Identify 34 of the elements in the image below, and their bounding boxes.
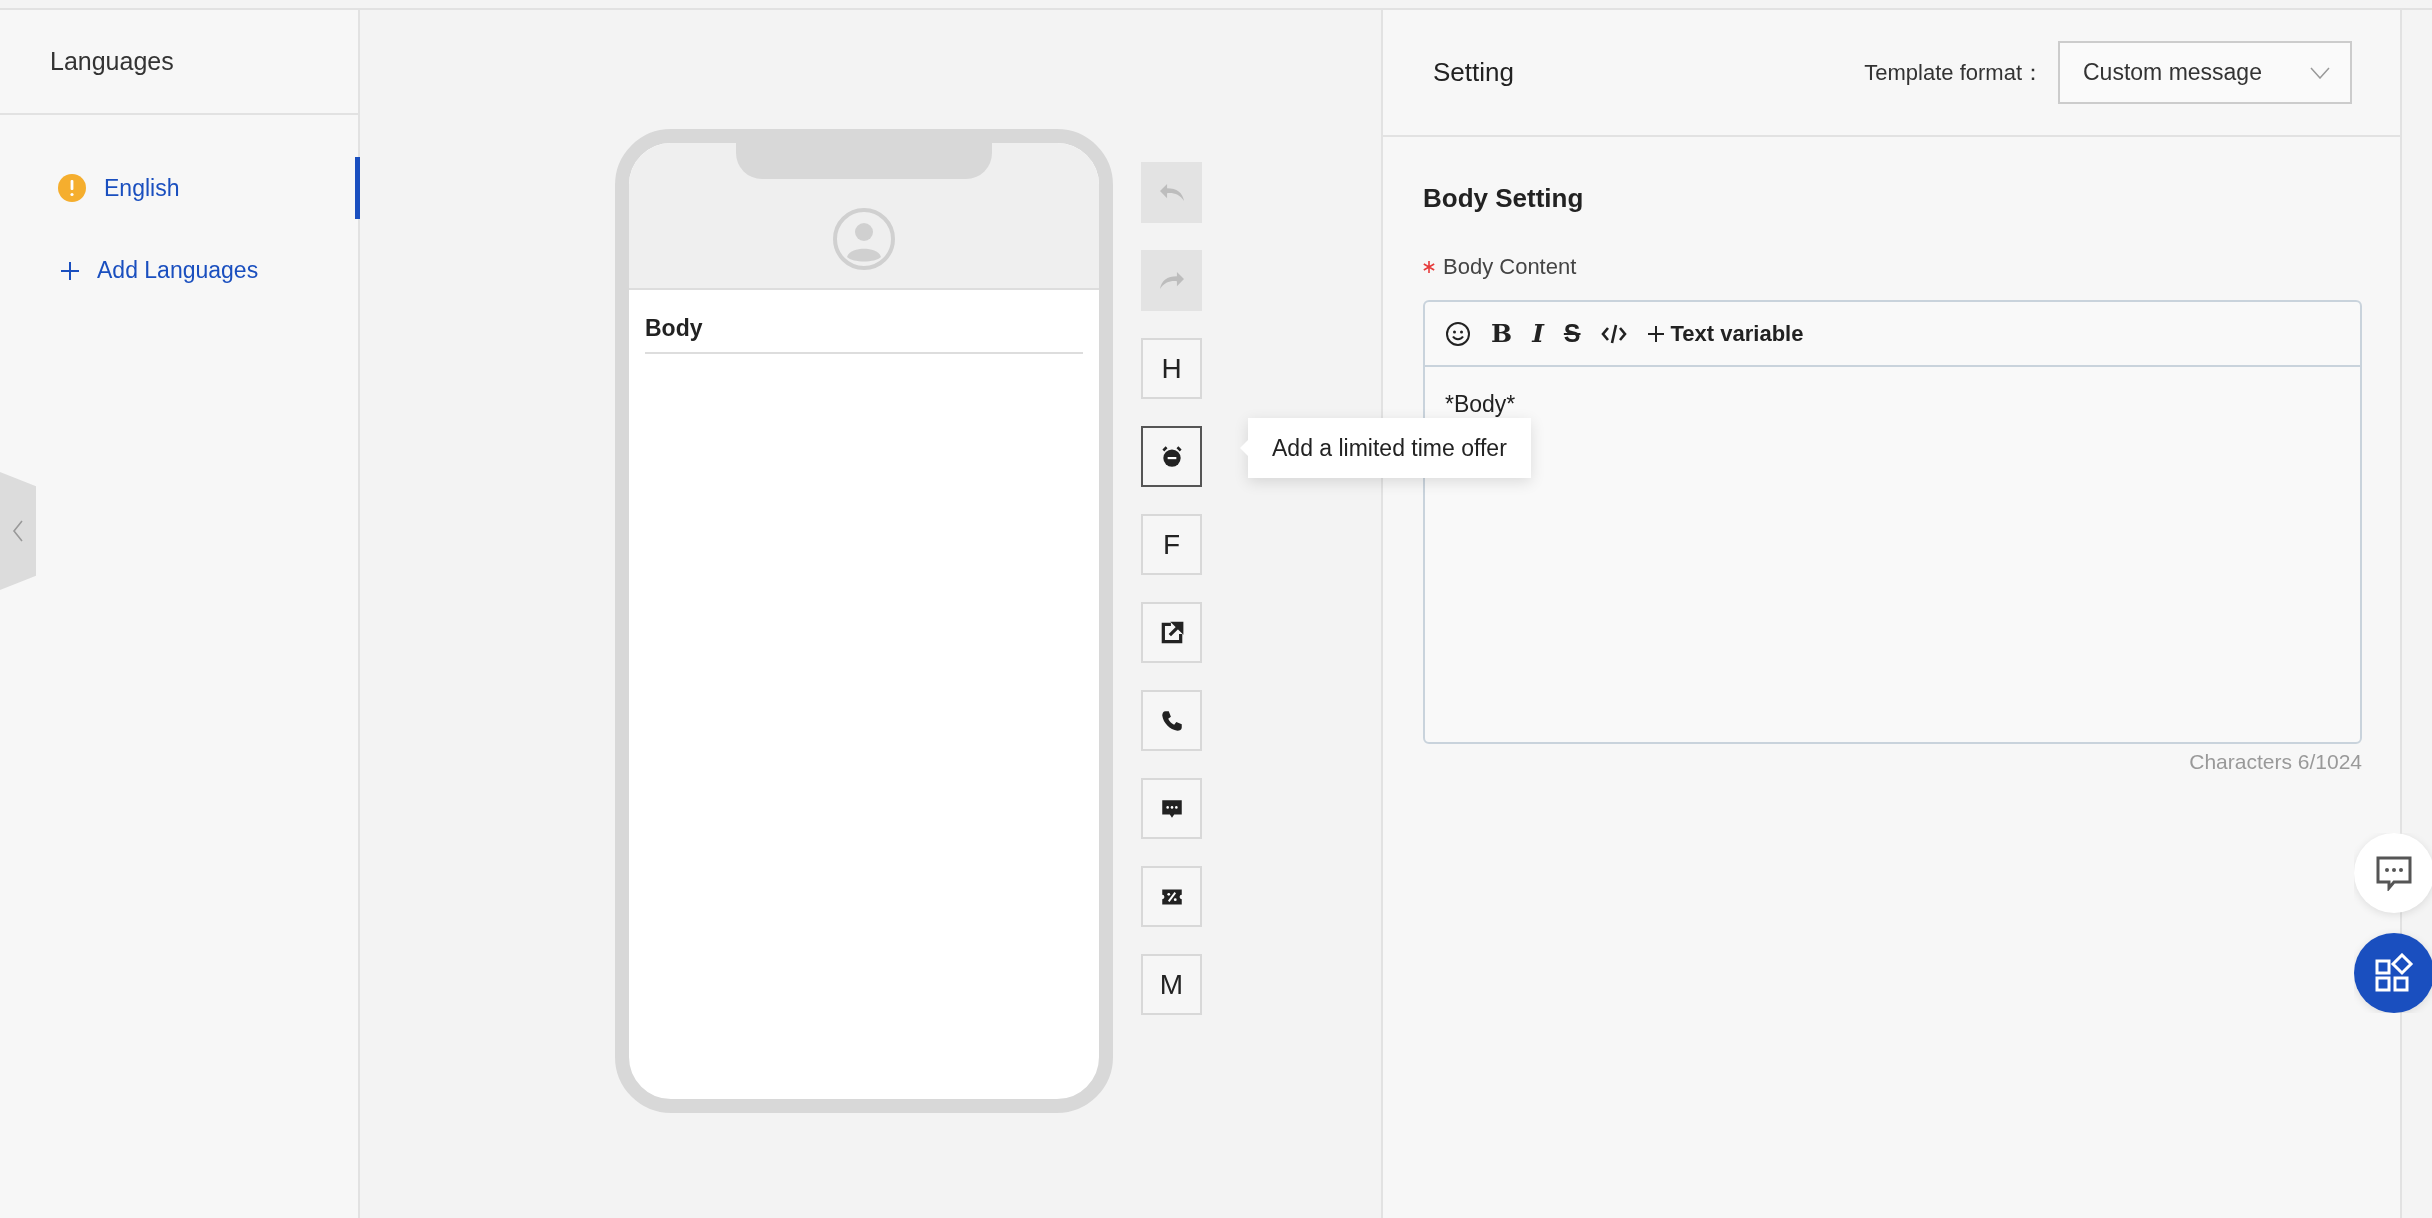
phone-button[interactable] bbox=[1141, 690, 1202, 751]
apps-icon bbox=[2374, 953, 2414, 993]
undo-icon bbox=[1159, 184, 1184, 201]
link-button[interactable] bbox=[1141, 602, 1202, 663]
plus-icon bbox=[1646, 324, 1665, 343]
character-counter: Characters 6/1024 bbox=[2188, 750, 2362, 774]
template-format-select[interactable]: Custom message bbox=[2058, 41, 2352, 104]
chevron-down-icon bbox=[2310, 66, 2330, 79]
insert-button[interactable]: H bbox=[1141, 338, 1202, 399]
panel-title: Languages bbox=[50, 47, 174, 76]
sale-button[interactable] bbox=[1141, 426, 1202, 487]
coupon-button[interactable] bbox=[1141, 866, 1202, 927]
insert-button[interactable]: F bbox=[1141, 514, 1202, 575]
panel-title: Setting bbox=[1433, 57, 1515, 88]
avatar-icon bbox=[833, 208, 895, 270]
strike-button[interactable]: S bbox=[1563, 321, 1581, 346]
redo-icon bbox=[1159, 272, 1184, 289]
field-label: Body Content bbox=[1443, 254, 1577, 280]
editor-text: *Body* bbox=[1444, 390, 1517, 418]
smiley-icon bbox=[1445, 320, 1471, 347]
bold-button[interactable]: B bbox=[1491, 321, 1513, 346]
text-variable-button[interactable]: Text variable bbox=[1646, 320, 1804, 347]
add-languages-link[interactable]: Add Languages bbox=[60, 257, 259, 284]
italic-button[interactable]: I bbox=[1532, 321, 1544, 346]
section-title: Body Setting bbox=[1423, 183, 1585, 214]
chat-button[interactable] bbox=[1141, 778, 1202, 839]
insert-button[interactable]: M bbox=[1141, 954, 1202, 1015]
tooltip: Add a limited time offer bbox=[1248, 418, 1531, 478]
chat-bubble-icon bbox=[2375, 855, 2413, 891]
section-label: Body bbox=[645, 315, 1083, 354]
plus-icon bbox=[60, 260, 80, 281]
field-label: Template format： bbox=[1864, 58, 2044, 87]
chevron-left-icon bbox=[11, 519, 25, 543]
emoji-button[interactable] bbox=[1445, 320, 1471, 347]
